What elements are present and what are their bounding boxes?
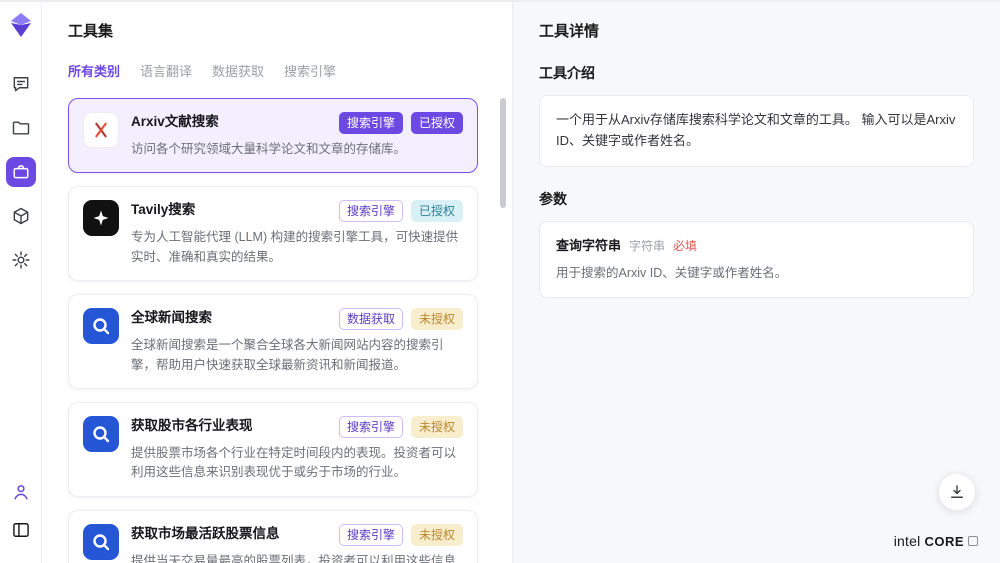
core-logo-text: CORE <box>924 534 964 549</box>
tool-name: 全球新闻搜索 <box>131 308 212 328</box>
scrollbar-track <box>500 98 506 555</box>
tool-name: 获取股市各行业表现 <box>131 416 253 436</box>
param-name: 查询字符串 <box>556 236 621 257</box>
auth-badge: 未授权 <box>411 308 463 330</box>
tool-card-active-stocks[interactable]: 获取市场最活跃股票信息 搜索引擎 未授权 提供当天交易量最高的股票列表，投资者可… <box>68 510 478 563</box>
tab-language-translation[interactable]: 语言翻译 <box>140 61 192 80</box>
tool-description: 全球新闻搜索是一个聚合全球各大新闻网站内容的搜索引擎，帮助用户快速获取全球最新资… <box>131 336 463 375</box>
auth-badge: 未授权 <box>411 416 463 438</box>
tool-description: 访问各个研究领域大量科学论文和文章的存储库。 <box>131 140 463 159</box>
app-logo-icon <box>9 12 33 43</box>
tool-name: Tavily搜索 <box>131 200 195 220</box>
user-icon[interactable] <box>6 477 36 507</box>
core-logo-mark <box>968 536 978 546</box>
param-box: 查询字符串 字符串 必填 用于搜索的Arxiv ID、关键字或作者姓名。 <box>539 221 974 299</box>
box-icon[interactable] <box>6 201 36 231</box>
tool-list: Arxiv文献搜索 搜索引擎 已授权 访问各个研究领域大量科学论文和文章的存储库… <box>42 94 512 563</box>
detail-title: 工具详情 <box>539 20 974 41</box>
category-badge: 搜索引擎 <box>339 200 403 222</box>
chat-icon[interactable] <box>6 69 36 99</box>
category-badge: 数据获取 <box>339 308 403 330</box>
tool-name: 获取市场最活跃股票信息 <box>131 524 280 544</box>
download-button[interactable] <box>938 473 976 511</box>
category-badge: 搜索引擎 <box>339 524 403 546</box>
tool-card-tavily[interactable]: Tavily搜索 搜索引擎 已授权 专为人工智能代理 (LLM) 构建的搜索引擎… <box>68 186 478 281</box>
list-header: 工具集 所有类别 语言翻译 数据获取 搜索引擎 <box>42 20 512 94</box>
tavily-icon <box>83 200 119 236</box>
param-required-badge: 必填 <box>673 237 697 256</box>
category-badge: 搜索引擎 <box>339 416 403 438</box>
news-search-icon <box>83 308 119 344</box>
tool-detail-panel: 工具详情 工具介绍 一个用于从Arxiv存储库搜索科学论文和文章的工具。 输入可… <box>512 2 1000 563</box>
tool-card-sector-performance[interactable]: 获取股市各行业表现 搜索引擎 未授权 提供股票市场各个行业在特定时间段内的表现。… <box>68 402 478 497</box>
tab-search-engine[interactable]: 搜索引擎 <box>284 61 336 80</box>
app-window: 工具集 所有类别 语言翻译 数据获取 搜索引擎 Arxiv文 <box>0 2 1000 563</box>
intro-text: 一个用于从Arxiv存储库搜索科学论文和文章的工具。 输入可以是Arxiv ID… <box>556 112 955 148</box>
tab-all-categories[interactable]: 所有类别 <box>68 61 120 80</box>
sidebar-rail <box>0 2 42 563</box>
tool-card-arxiv[interactable]: Arxiv文献搜索 搜索引擎 已授权 访问各个研究领域大量科学论文和文章的存储库… <box>68 98 478 173</box>
params-heading: 参数 <box>539 189 974 209</box>
tool-description: 专为人工智能代理 (LLM) 构建的搜索引擎工具，可快速提供实时、准确和真实的结… <box>131 228 463 267</box>
tab-data-acquisition[interactable]: 数据获取 <box>212 61 264 80</box>
market-search-icon <box>83 416 119 452</box>
category-tabs: 所有类别 语言翻译 数据获取 搜索引擎 <box>68 61 486 80</box>
scrollbar-thumb[interactable] <box>500 98 506 208</box>
tool-name: Arxiv文献搜索 <box>131 112 219 132</box>
stock-search-icon <box>83 524 119 560</box>
page-title: 工具集 <box>68 20 486 41</box>
briefcase-icon[interactable] <box>6 157 36 187</box>
intel-core-logo: intel CORE <box>894 533 978 549</box>
intro-box: 一个用于从Arxiv存储库搜索科学论文和文章的工具。 输入可以是Arxiv ID… <box>539 95 974 167</box>
auth-badge: 已授权 <box>411 200 463 222</box>
param-description: 用于搜索的Arxiv ID、关键字或作者姓名。 <box>556 264 957 283</box>
tool-card-global-news[interactable]: 全球新闻搜索 数据获取 未授权 全球新闻搜索是一个聚合全球各大新闻网站内容的搜索… <box>68 294 478 389</box>
auth-badge: 未授权 <box>411 524 463 546</box>
gear-icon[interactable] <box>6 245 36 275</box>
tool-description: 提供股票市场各个行业在特定时间段内的表现。投资者可以利用这些信息来识别表现优于或… <box>131 444 463 483</box>
panel-toggle-icon[interactable] <box>6 515 36 545</box>
arxiv-icon <box>83 112 119 148</box>
tool-description: 提供当天交易量最高的股票列表，投资者可以利用这些信息来识别流动性强的股票和潜在的… <box>131 552 463 563</box>
intel-logo-text: intel <box>894 533 921 549</box>
param-type: 字符串 <box>629 237 665 256</box>
auth-badge: 已授权 <box>411 112 463 134</box>
intro-heading: 工具介绍 <box>539 63 974 83</box>
category-badge: 搜索引擎 <box>339 112 403 134</box>
tools-list-panel: 工具集 所有类别 语言翻译 数据获取 搜索引擎 Arxiv文 <box>42 2 512 563</box>
folder-icon[interactable] <box>6 113 36 143</box>
